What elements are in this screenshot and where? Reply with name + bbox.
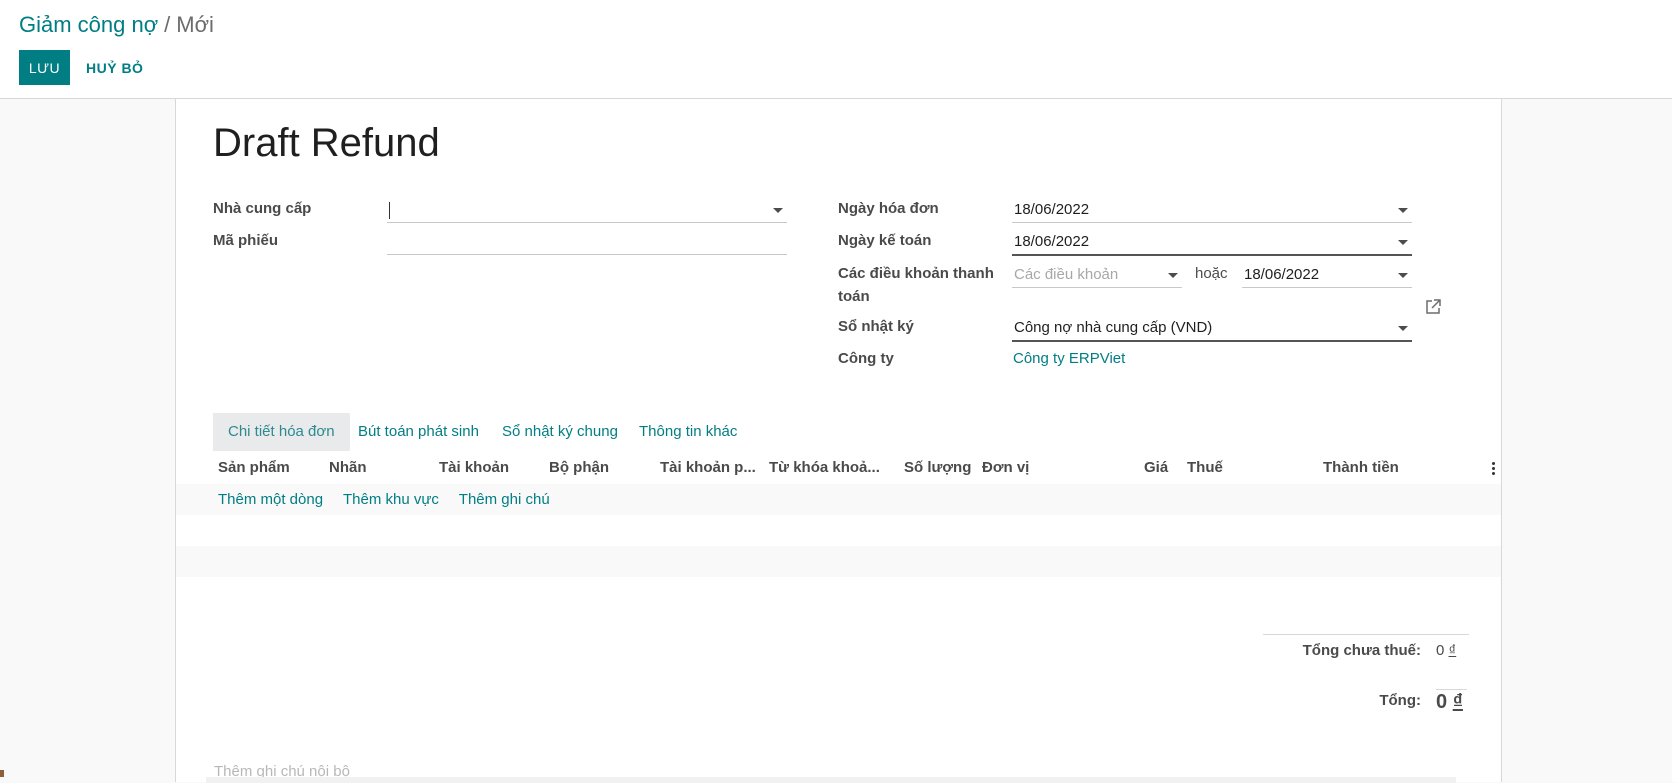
table-row: [176, 515, 1501, 546]
text-cursor: [389, 202, 390, 219]
add-note-link[interactable]: Thêm ghi chú: [459, 491, 550, 508]
payment-terms-label: Các điều khoản thanh: [838, 265, 994, 282]
due-date-value: 18/06/2022: [1244, 266, 1320, 283]
totals-divider: [1263, 634, 1469, 635]
tab-journal-items[interactable]: Bút toán phát sinh: [343, 413, 494, 451]
column-header-subtotal[interactable]: Thành tiền: [1323, 458, 1413, 478]
column-header-uom[interactable]: Đơn vị: [982, 458, 1062, 478]
currency-symbol: ₫: [1452, 691, 1463, 713]
breadcrumb: Giảm công nợ / Mới: [19, 10, 214, 40]
total-divider: [1436, 689, 1467, 690]
ref-label: Mã phiếu: [213, 232, 279, 249]
invoice-date-value: 18/06/2022: [1014, 201, 1090, 218]
form-sheet: Draft Refund Nhà cung cấp Mã phiếu Ngày …: [175, 99, 1502, 783]
column-header-price[interactable]: Giá: [1144, 458, 1184, 478]
column-header-quantity[interactable]: Số lượng: [904, 458, 984, 478]
invoice-date-caret-icon[interactable]: [1398, 208, 1408, 213]
total-amount: 0: [1436, 691, 1448, 713]
due-date-caret-icon[interactable]: [1398, 273, 1408, 278]
untaxed-amount: 0: [1436, 642, 1445, 659]
save-button[interactable]: LƯU: [19, 50, 70, 85]
note-divider: [206, 777, 1456, 783]
total-label: Tổng:: [1379, 692, 1421, 709]
column-header-department[interactable]: Bộ phận: [549, 458, 649, 478]
company-label: Công ty: [838, 350, 894, 367]
accounting-date-field[interactable]: 18/06/2022: [1012, 230, 1412, 256]
vendor-label: Nhà cung cấp: [213, 200, 312, 217]
right-edge: [1672, 0, 1676, 782]
column-header-product[interactable]: Sản phẩm: [218, 458, 318, 478]
ref-field[interactable]: [387, 230, 787, 255]
company-link[interactable]: Công ty ERPViet: [1013, 348, 1125, 370]
invoice-date-field[interactable]: 18/06/2022: [1012, 198, 1412, 223]
accounting-date-value: 18/06/2022: [1014, 233, 1090, 250]
tab-invoice-lines[interactable]: Chi tiết hóa đơn: [213, 413, 350, 451]
breadcrumb-separator: /: [164, 12, 171, 37]
vendor-dropdown-caret-icon[interactable]: [773, 208, 783, 213]
journal-field[interactable]: Công nợ nhà cung cấp (VND): [1012, 316, 1412, 342]
table-add-links: Thêm một dòng Thêm khu vực Thêm ghi chú: [218, 484, 566, 515]
table-header: Sản phẩm Nhãn Tài khoản Bộ phận Tài khoả…: [176, 451, 1501, 484]
optional-columns-icon[interactable]: [1492, 462, 1496, 477]
payment-terms-field[interactable]: Các điều khoản: [1012, 263, 1182, 288]
untaxed-total-label: Tổng chưa thuế:: [1302, 642, 1421, 659]
or-text: hoặc: [1195, 265, 1228, 282]
breadcrumb-parent-link[interactable]: Giảm công nợ: [19, 12, 158, 37]
journal-value: Công nợ nhà cung cấp (VND): [1014, 319, 1213, 336]
breadcrumb-current: Mới: [176, 12, 214, 37]
total-value: 0 ₫: [1436, 691, 1463, 714]
add-line-link[interactable]: Thêm một dòng: [218, 491, 323, 508]
edge-marker: [0, 770, 4, 777]
accounting-date-label: Ngày kế toán: [838, 232, 932, 249]
invoice-date-label: Ngày hóa đơn: [838, 200, 939, 217]
payment-terms-label-cont: toán: [838, 288, 870, 305]
column-header-taxes[interactable]: Thuế: [1187, 458, 1247, 478]
journal-label: Sổ nhật ký: [838, 318, 914, 335]
column-header-label[interactable]: Nhãn: [329, 458, 429, 478]
table-row: [176, 546, 1501, 577]
tab-general-ledger[interactable]: Sổ nhật ký chung: [487, 413, 633, 451]
column-header-account[interactable]: Tài khoản: [439, 458, 539, 478]
currency-symbol: ₫: [1448, 642, 1457, 659]
add-section-link[interactable]: Thêm khu vực: [343, 491, 439, 508]
vendor-field[interactable]: [387, 198, 787, 223]
column-header-analytic-tags[interactable]: Từ khóa khoả...: [769, 458, 879, 478]
discard-button[interactable]: HUỶ BỎ: [78, 50, 151, 85]
external-link-icon[interactable]: [1425, 299, 1441, 315]
payment-terms-placeholder: Các điều khoản: [1014, 266, 1119, 283]
journal-caret-icon[interactable]: [1398, 326, 1408, 331]
untaxed-total-value: 0 ₫: [1436, 642, 1456, 659]
control-panel: Giảm công nợ / Mới LƯU HUỶ BỎ: [0, 0, 1676, 99]
tab-other-info[interactable]: Thông tin khác: [624, 413, 752, 451]
column-header-analytic-account[interactable]: Tài khoản p...: [660, 458, 760, 478]
record-title: Draft Refund: [213, 121, 440, 165]
payment-terms-caret-icon[interactable]: [1168, 273, 1178, 278]
accounting-date-caret-icon[interactable]: [1398, 240, 1408, 245]
due-date-field[interactable]: 18/06/2022: [1242, 263, 1412, 288]
